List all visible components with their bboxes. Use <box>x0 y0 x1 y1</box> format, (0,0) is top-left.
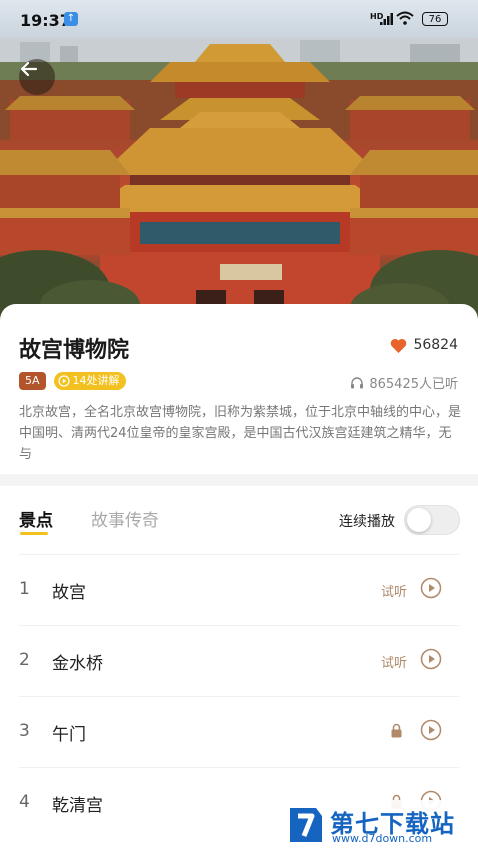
listener-count: 865425人已听 <box>350 373 458 392</box>
like-count: 56824 <box>413 337 458 353</box>
active-tab-indicator <box>20 532 48 535</box>
list-item[interactable]: 2 金水桥 试听 <box>19 625 459 696</box>
content-tabs: 景点 故事传奇 连续播放 <box>0 486 478 548</box>
headphones-icon <box>351 377 364 389</box>
spot-number: 4 <box>19 792 30 812</box>
list-item[interactable]: 1 故宫 试听 <box>19 554 459 625</box>
site-watermark: 第七下载站 www.d7down.com <box>282 800 478 850</box>
back-button[interactable] <box>19 59 55 95</box>
watermark-logo-icon <box>290 808 322 842</box>
trial-label[interactable]: 试听 <box>381 652 407 671</box>
badge-row: 5A 14处讲解 <box>19 372 126 390</box>
palace-illustration <box>0 38 478 330</box>
autoplay-toggle[interactable] <box>404 505 460 535</box>
listener-count-label: 865425人已听 <box>369 377 458 392</box>
hero-image: 19:37 ↑ HD 76 <box>0 0 478 330</box>
attraction-info-card: 故宫博物院 56824 5A 14处讲解 865425人已听 北京故宫，全名北京… <box>0 304 478 474</box>
play-circle-icon[interactable] <box>420 719 442 741</box>
notification-icon: ↑ <box>64 12 78 26</box>
spots-count-badge: 14处讲解 <box>53 372 126 390</box>
arrow-left-icon <box>20 61 38 77</box>
attraction-description[interactable]: 北京故宫，全名北京故宫博物院，旧称为紫禁城，位于北京中轴线的中心，是中国明、清两… <box>19 402 461 465</box>
tab-stories[interactable]: 故事传奇 <box>91 506 159 531</box>
like-counter[interactable]: 56824 <box>390 337 458 353</box>
page-title: 故宫博物院 <box>19 338 130 363</box>
rating-badge: 5A <box>19 372 46 390</box>
heart-icon <box>391 338 407 353</box>
spot-list: 1 故宫 试听 2 金水桥 试听 3 午门 4 乾清宫 <box>0 554 478 838</box>
play-circle-icon[interactable] <box>420 577 442 599</box>
spot-number: 1 <box>19 579 30 599</box>
spot-name: 故宫 <box>52 583 86 603</box>
play-circle-icon[interactable] <box>420 648 442 670</box>
spot-number: 3 <box>19 721 30 741</box>
list-item[interactable]: 3 午门 <box>19 696 459 767</box>
spot-number: 2 <box>19 650 30 670</box>
battery-indicator: 76 <box>422 12 448 26</box>
tab-spots[interactable]: 景点 <box>19 506 53 531</box>
lock-icon <box>391 723 402 738</box>
section-divider <box>0 474 478 486</box>
watermark-url: www.d7down.com <box>332 832 433 845</box>
status-bar: 19:37 ↑ HD 76 <box>0 0 478 40</box>
play-circle-icon <box>57 375 70 387</box>
trial-label[interactable]: 试听 <box>381 581 407 600</box>
wifi-icon <box>396 11 414 25</box>
spots-count-label: 14处讲解 <box>72 374 120 387</box>
autoplay-label: 连续播放 <box>339 514 395 530</box>
signal-icon <box>380 13 393 25</box>
spot-name: 乾清宫 <box>52 796 103 816</box>
toggle-knob <box>407 508 431 532</box>
spot-name: 午门 <box>52 725 86 745</box>
spot-name: 金水桥 <box>52 654 103 674</box>
